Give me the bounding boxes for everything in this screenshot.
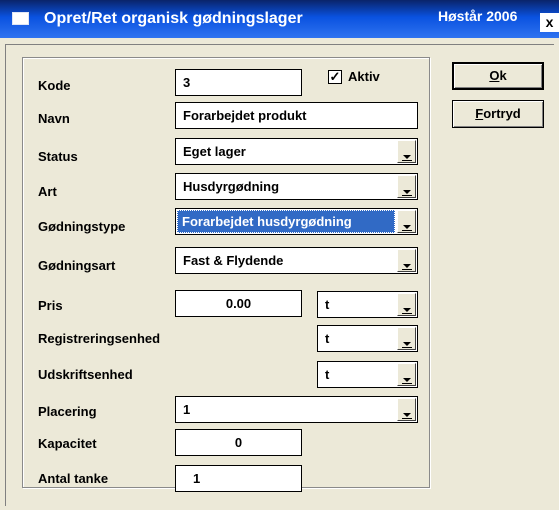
chevron-down-icon[interactable] bbox=[397, 175, 416, 198]
kapacitet-field[interactable]: 0 bbox=[175, 429, 302, 456]
placering-label: Placering bbox=[38, 404, 97, 419]
ok-button-label: k bbox=[499, 68, 507, 83]
goedningsart-select-value: Fast & Flydende bbox=[183, 253, 284, 268]
antal-tanke-field[interactable]: 1 bbox=[175, 465, 302, 492]
pris-unit-select[interactable]: t bbox=[317, 291, 418, 318]
goedningsart-label: Gødningsart bbox=[38, 258, 116, 273]
placering-value: 1 bbox=[183, 402, 191, 417]
status-select[interactable]: Eget lager bbox=[175, 138, 418, 165]
kode-field[interactable]: 3 bbox=[175, 69, 302, 96]
chevron-down-icon[interactable] bbox=[397, 363, 416, 386]
ok-button[interactable]: Ok bbox=[452, 62, 544, 90]
pris-field[interactable]: 0.00 bbox=[175, 290, 302, 317]
registreringsenhed-value: t bbox=[325, 331, 330, 346]
udskriftsenhed-label: Udskriftsenhed bbox=[38, 367, 133, 382]
chevron-down-icon[interactable] bbox=[397, 398, 416, 421]
title-bar[interactable]: Opret/Ret organisk gødningslager Høstår … bbox=[0, 0, 559, 38]
chevron-down-icon[interactable] bbox=[397, 293, 416, 316]
status-select-value: Eget lager bbox=[183, 144, 246, 159]
window-icon bbox=[12, 12, 29, 25]
close-icon[interactable]: x bbox=[540, 13, 559, 32]
fortryd-button-label: ortryd bbox=[483, 106, 521, 121]
navn-label: Navn bbox=[38, 111, 70, 126]
chevron-down-icon[interactable] bbox=[397, 140, 416, 163]
goedningstype-label: Gødningstype bbox=[38, 219, 126, 234]
art-select-value: Husdyrgødning bbox=[183, 179, 280, 194]
goedningstype-select-value: Forarbejdet husdyrgødning bbox=[177, 210, 395, 233]
aktiv-checkbox[interactable]: ✓ bbox=[328, 70, 342, 84]
registreringsenhed-label: Registreringsenhed bbox=[38, 331, 161, 346]
status-label: Status bbox=[38, 149, 78, 164]
fortryd-accelerator: F bbox=[475, 106, 484, 121]
goedningsart-select[interactable]: Fast & Flydende bbox=[175, 247, 418, 274]
fortryd-button[interactable]: Fortryd bbox=[452, 100, 544, 128]
art-select[interactable]: Husdyrgødning bbox=[175, 173, 418, 200]
chevron-down-icon[interactable] bbox=[397, 249, 416, 272]
aktiv-label: Aktiv bbox=[348, 69, 380, 84]
pris-unit-value: t bbox=[325, 297, 330, 312]
registreringsenhed-select[interactable]: t bbox=[317, 325, 418, 352]
goedningstype-select[interactable]: Forarbejdet husdyrgødning bbox=[175, 208, 418, 235]
navn-field[interactable]: Forarbejdet produkt bbox=[175, 102, 418, 129]
window-title: Opret/Ret organisk gødningslager bbox=[44, 10, 303, 27]
ok-accelerator: O bbox=[489, 68, 500, 83]
udskriftsenhed-select[interactable]: t bbox=[317, 361, 418, 388]
art-label: Art bbox=[38, 184, 57, 199]
kode-label: Kode bbox=[38, 78, 71, 93]
udskriftsenhed-value: t bbox=[325, 367, 330, 382]
chevron-down-icon[interactable] bbox=[397, 327, 416, 350]
kapacitet-label: Kapacitet bbox=[38, 436, 97, 451]
placering-select[interactable]: 1 bbox=[175, 396, 418, 423]
pris-label: Pris bbox=[38, 298, 63, 313]
antal-tanke-label: Antal tanke bbox=[38, 471, 109, 486]
chevron-down-icon[interactable] bbox=[397, 210, 416, 233]
season-label: Høstår 2006 bbox=[438, 8, 518, 24]
